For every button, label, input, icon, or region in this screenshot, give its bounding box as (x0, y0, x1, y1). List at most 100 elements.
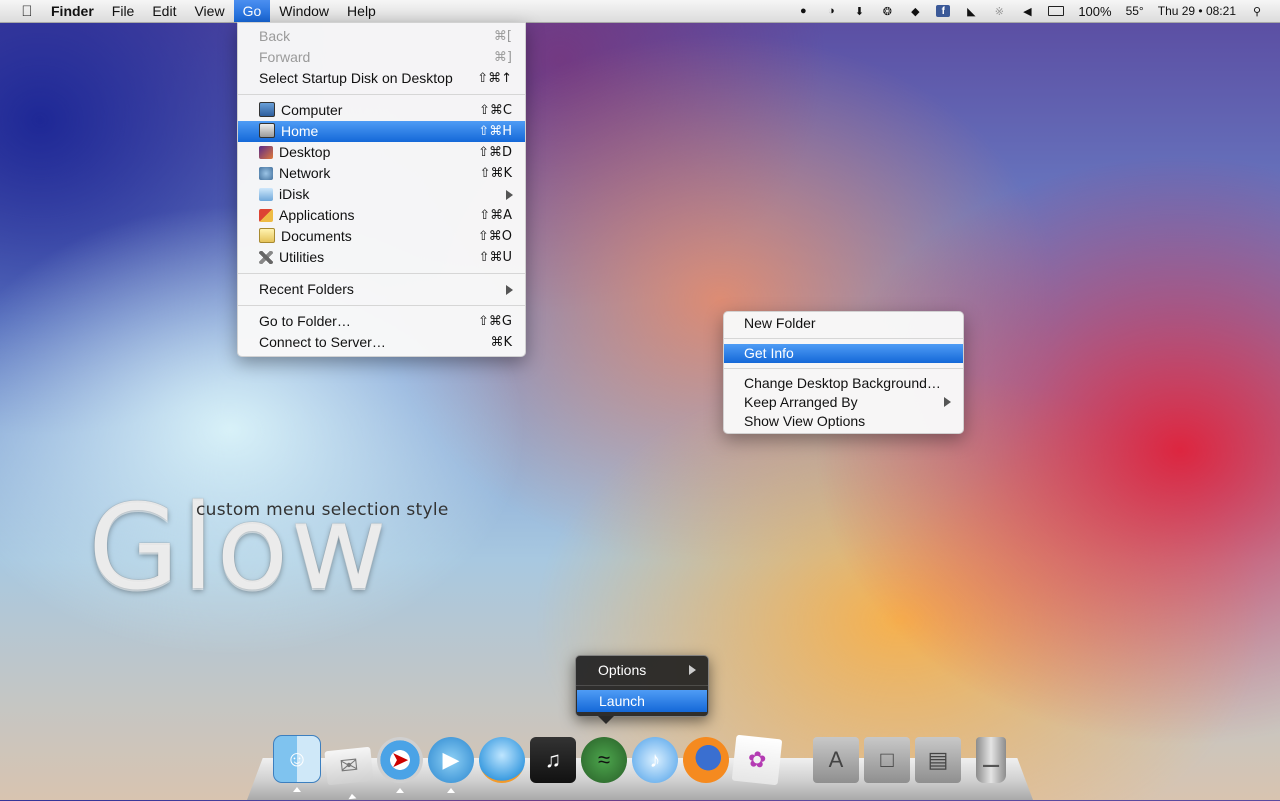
documents-icon (259, 228, 275, 243)
applications-stack-icon[interactable]: A (813, 737, 859, 783)
go-home[interactable]: Home ⇧⌘H (238, 121, 525, 142)
submenu-arrow-icon (689, 665, 696, 675)
shortcut: ⌘[ (493, 29, 512, 44)
wifi-icon[interactable]: ◣ (964, 5, 978, 18)
separator (724, 368, 963, 369)
dock-menu-options[interactable]: Options (576, 659, 708, 681)
mail-icon[interactable]: ✉ (324, 746, 374, 800)
go-documents-label: Documents (281, 228, 352, 244)
shortcut: ⇧⌘G (478, 314, 512, 329)
go-back-label: Back (259, 28, 291, 44)
go-forward-label: Forward (259, 49, 311, 65)
menu-bar-left:  Finder File Edit View Go Window Help (0, 0, 385, 22)
go-applications[interactable]: Applications ⇧⌘A (238, 205, 525, 226)
go-idisk[interactable]: iDisk (238, 184, 525, 205)
go-menu: Back ⌘[ Forward ⌘] Select Startup Disk on … (237, 22, 526, 357)
spotlight-icon[interactable]: ⚲ (1250, 5, 1264, 18)
menu-go[interactable]: Go (233, 0, 271, 22)
facetime-icon[interactable]: ▶ (428, 737, 474, 793)
go-computer[interactable]: Computer ⇧⌘C (238, 100, 525, 121)
ctx-keep-arranged-by[interactable]: Keep Arranged By (724, 393, 963, 412)
shortcut: ⇧⌘C (479, 103, 512, 118)
menu-bar-status: ● ◑ ⬇ ❂ ◆ f ◣ ※ ◀ 100% 55° Thu 29 • 08:2… (789, 0, 1280, 22)
firefox-icon[interactable] (683, 737, 729, 783)
menu-window[interactable]: Window (270, 0, 338, 22)
submenu-arrow-icon (944, 397, 951, 407)
menu-bar:  Finder File Edit View Go Window Help ●… (0, 0, 1280, 23)
go-forward[interactable]: Forward ⌘] (238, 47, 525, 68)
go-desktop[interactable]: Desktop ⇧⌘D (238, 142, 525, 163)
preview-icon[interactable]: ✿ (731, 734, 783, 786)
battery-icon[interactable] (1048, 6, 1065, 16)
go-home-label: Home (281, 123, 319, 139)
shortcut: ⇧⌘↑ (477, 71, 512, 86)
temperature[interactable]: 55° (1126, 4, 1144, 18)
volume-icon[interactable]: ◀ (1020, 5, 1034, 18)
go-to-folder-label: Go to Folder… (259, 313, 351, 329)
ctx-new-folder[interactable]: New Folder (724, 314, 963, 333)
download-icon[interactable]: ⬇ (852, 5, 866, 18)
gauge-icon[interactable]: ❂ (880, 5, 894, 18)
go-recent-folders-label: Recent Folders (259, 281, 354, 297)
ctx-change-desktop-background[interactable]: Change Desktop Background… (724, 374, 963, 393)
shortcut: ⌘K (490, 335, 512, 350)
menu-help[interactable]: Help (338, 0, 385, 22)
messages-icon[interactable] (479, 737, 525, 783)
menu-view[interactable]: View (185, 0, 233, 22)
bluetooth-icon[interactable]: ※ (992, 5, 1006, 18)
running-indicator (396, 788, 404, 793)
facebook-icon[interactable]: f (936, 5, 951, 17)
spotify-icon[interactable]: ≈ (581, 737, 627, 783)
itunes-icon[interactable]: ♪ (632, 737, 678, 783)
utilities-icon (259, 251, 273, 264)
clock[interactable]: Thu 29 • 08:21 (1158, 4, 1236, 18)
go-select-startup-disk[interactable]: Select Startup Disk on Desktop ⇧⌘↑ (238, 68, 525, 89)
go-utilities[interactable]: Utilities ⇧⌘U (238, 247, 525, 268)
dock-menu-launch[interactable]: Launch (577, 690, 707, 712)
go-utilities-label: Utilities (279, 249, 325, 265)
go-idisk-label: iDisk (279, 186, 310, 202)
running-indicator (447, 788, 455, 793)
music-app-icon[interactable]: ♫ (530, 737, 576, 783)
menu-finder[interactable]: Finder (42, 0, 103, 22)
shortcut: ⇧⌘D (478, 145, 512, 160)
menu-file[interactable]: File (103, 0, 144, 22)
chat-icon[interactable]: ● (796, 5, 810, 17)
shortcut: ⇧⌘O (477, 229, 512, 244)
separator (238, 305, 525, 306)
go-connect-to-server[interactable]: Connect to Server… ⌘K (238, 332, 525, 353)
cloud-icon[interactable]: ◑ (824, 5, 838, 17)
separator (238, 273, 525, 274)
go-to-folder[interactable]: Go to Folder… ⇧⌘G (238, 311, 525, 332)
separator (724, 338, 963, 339)
go-back[interactable]: Back ⌘[ (238, 26, 525, 47)
shortcut: ⇧⌘A (479, 208, 512, 223)
go-documents[interactable]: Documents ⇧⌘O (238, 226, 525, 247)
safari-icon[interactable]: ➤ (377, 737, 423, 793)
go-network-label: Network (279, 165, 331, 181)
home-icon (259, 123, 275, 138)
go-network[interactable]: Network ⇧⌘K (238, 163, 525, 184)
go-recent-folders[interactable]: Recent Folders (238, 279, 525, 300)
running-indicator (347, 793, 357, 800)
submenu-arrow-icon (506, 285, 513, 295)
apple-menu-icon[interactable]:  (12, 0, 42, 22)
ctx-show-view-options[interactable]: Show View Options (724, 412, 963, 431)
desktop-context-menu: New Folder Get Info Change Desktop Backg… (723, 311, 964, 434)
go-desktop-label: Desktop (279, 144, 331, 160)
go-connect-to-server-label: Connect to Server… (259, 334, 386, 350)
shield-icon[interactable]: ◆ (908, 5, 922, 18)
finder-icon[interactable]: ☺ (273, 735, 321, 792)
ctx-keep-arranged-by-label: Keep Arranged By (744, 394, 858, 410)
dock-item-menu: Options Launch (575, 655, 709, 724)
battery-percent[interactable]: 100% (1078, 4, 1111, 19)
go-select-startup-disk-label: Select Startup Disk on Desktop (259, 70, 453, 86)
trash-icon[interactable]: ⚊ (976, 737, 1006, 783)
documents-stack-icon[interactable]: □ (864, 737, 910, 783)
downloads-stack-icon[interactable]: ▤ (915, 737, 961, 783)
network-icon (259, 167, 273, 180)
shortcut: ⇧⌘K (479, 166, 512, 181)
ctx-get-info[interactable]: Get Info (724, 344, 963, 363)
menu-edit[interactable]: Edit (143, 0, 185, 22)
shortcut: ⌘] (493, 50, 512, 65)
